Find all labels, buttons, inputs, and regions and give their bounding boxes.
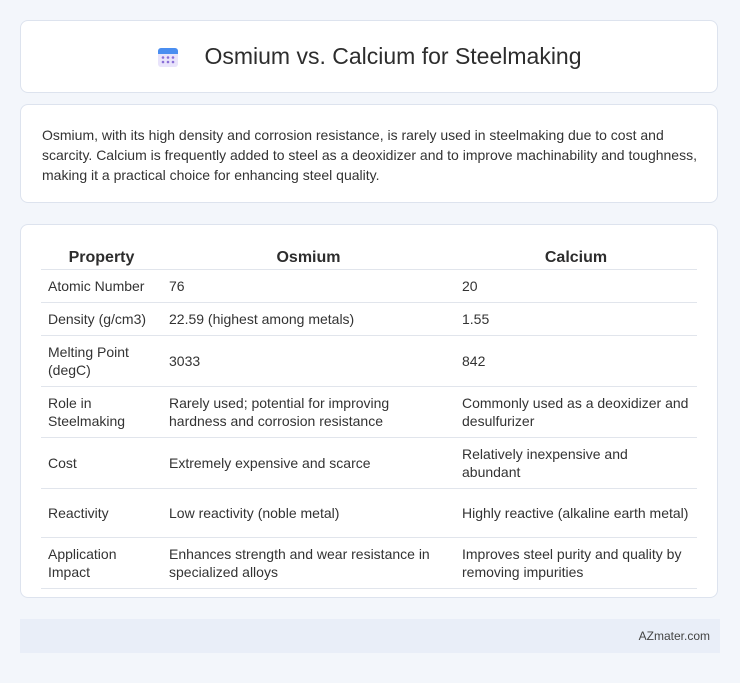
footer: AZmater.com	[20, 619, 720, 653]
comparison-table: Property Osmium Calcium Atomic Number 76…	[41, 245, 697, 589]
cell-calcium: Relatively inexpensive and abundant	[455, 437, 697, 489]
cell-osmium: Extremely expensive and scarce	[162, 437, 455, 489]
table-row: Atomic Number 76 20	[41, 269, 697, 303]
cell-property: Cost	[41, 437, 162, 489]
table-row: Cost Extremely expensive and scarce Rela…	[41, 437, 697, 489]
table-card: Property Osmium Calcium Atomic Number 76…	[20, 224, 718, 598]
cell-property: Melting Point (degC)	[41, 335, 162, 387]
cell-osmium: Enhances strength and wear resistance in…	[162, 537, 455, 589]
cell-calcium: 842	[455, 335, 697, 387]
table-row: Density (g/cm3) 22.59 (highest among met…	[41, 302, 697, 336]
intro-text: Osmium, with its high density and corros…	[42, 127, 697, 183]
cell-calcium: Highly reactive (alkaline earth metal)	[455, 488, 697, 538]
title-card: Osmium vs. Calcium for Steelmaking	[20, 20, 718, 93]
cell-calcium: 20	[455, 269, 697, 303]
cell-property: Atomic Number	[41, 269, 162, 303]
cell-calcium: Commonly used as a deoxidizer and desulf…	[455, 386, 697, 438]
table-row: Melting Point (degC) 3033 842	[41, 335, 697, 387]
cell-osmium: 3033	[162, 335, 455, 387]
header-osmium: Osmium	[162, 245, 455, 270]
page-title: Osmium vs. Calcium for Steelmaking	[204, 43, 582, 69]
header-property: Property	[41, 245, 162, 270]
footer-brand[interactable]: AZmater.com	[639, 629, 710, 643]
intro-card: Osmium, with its high density and corros…	[20, 104, 718, 203]
cell-osmium: Low reactivity (noble metal)	[162, 488, 455, 538]
cell-osmium: 76	[162, 269, 455, 303]
table-row: Role in Steelmaking Rarely used; potenti…	[41, 386, 697, 438]
cell-calcium: Improves steel purity and quality by rem…	[455, 537, 697, 589]
cell-calcium: 1.55	[455, 302, 697, 336]
cell-property: Application Impact	[41, 537, 162, 589]
table-header-row: Property Osmium Calcium	[41, 245, 697, 270]
cell-property: Density (g/cm3)	[41, 302, 162, 336]
table-row: Application Impact Enhances strength and…	[41, 537, 697, 589]
table-row: Reactivity Low reactivity (noble metal) …	[41, 488, 697, 538]
calendar-icon	[156, 45, 180, 69]
cell-property: Reactivity	[41, 488, 162, 538]
header-calcium: Calcium	[455, 245, 697, 270]
cell-property: Role in Steelmaking	[41, 386, 162, 438]
cell-osmium: 22.59 (highest among metals)	[162, 302, 455, 336]
cell-osmium: Rarely used; potential for improving har…	[162, 386, 455, 438]
